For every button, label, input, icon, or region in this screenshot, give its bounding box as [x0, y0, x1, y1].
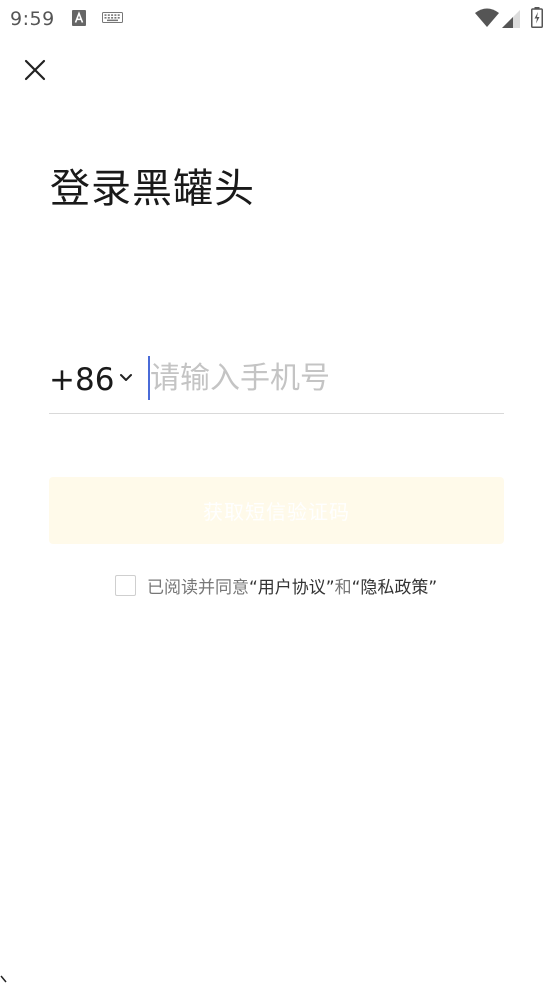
signal-icon — [502, 10, 520, 28]
page-title: 登录黑罐头 — [50, 166, 255, 212]
agreement-row: 已阅读并同意“用户协议”和“隐私政策” — [115, 572, 437, 598]
privacy-policy-link[interactable]: “隐私政策” — [352, 578, 438, 598]
phone-input-wrapper — [148, 354, 504, 402]
agreement-prefix: 已阅读并同意 — [147, 577, 249, 598]
agreement-checkbox[interactable] — [115, 574, 136, 596]
close-icon — [24, 59, 46, 81]
keyboard-icon — [102, 12, 123, 23]
get-sms-code-button[interactable]: 获取短信验证码 — [49, 477, 504, 544]
status-bar: 9:59 — [0, 0, 554, 36]
battery-icon — [531, 7, 543, 28]
corner-mark-icon — [0, 975, 7, 983]
app-a-icon — [72, 10, 86, 26]
user-agreement-link[interactable]: “用户协议” — [249, 578, 335, 598]
login-screen: 9:59 登录黑罐头 +86 请输入手机号 获取短信验证码 已阅读并同意“用户协… — [0, 0, 554, 984]
chevron-down-icon — [120, 374, 133, 381]
status-time: 9:59 — [10, 8, 55, 30]
agreement-text: 已阅读并同意“用户协议”和“隐私政策” — [147, 573, 437, 598]
country-code-selector[interactable]: +86 — [49, 360, 133, 400]
phone-number-input[interactable] — [150, 354, 500, 402]
country-code-label: +86 — [49, 362, 115, 398]
phone-input-row: +86 — [49, 350, 504, 414]
wifi-icon — [475, 8, 499, 27]
agreement-conjunction: 和 — [334, 577, 352, 598]
close-button[interactable] — [20, 55, 50, 85]
